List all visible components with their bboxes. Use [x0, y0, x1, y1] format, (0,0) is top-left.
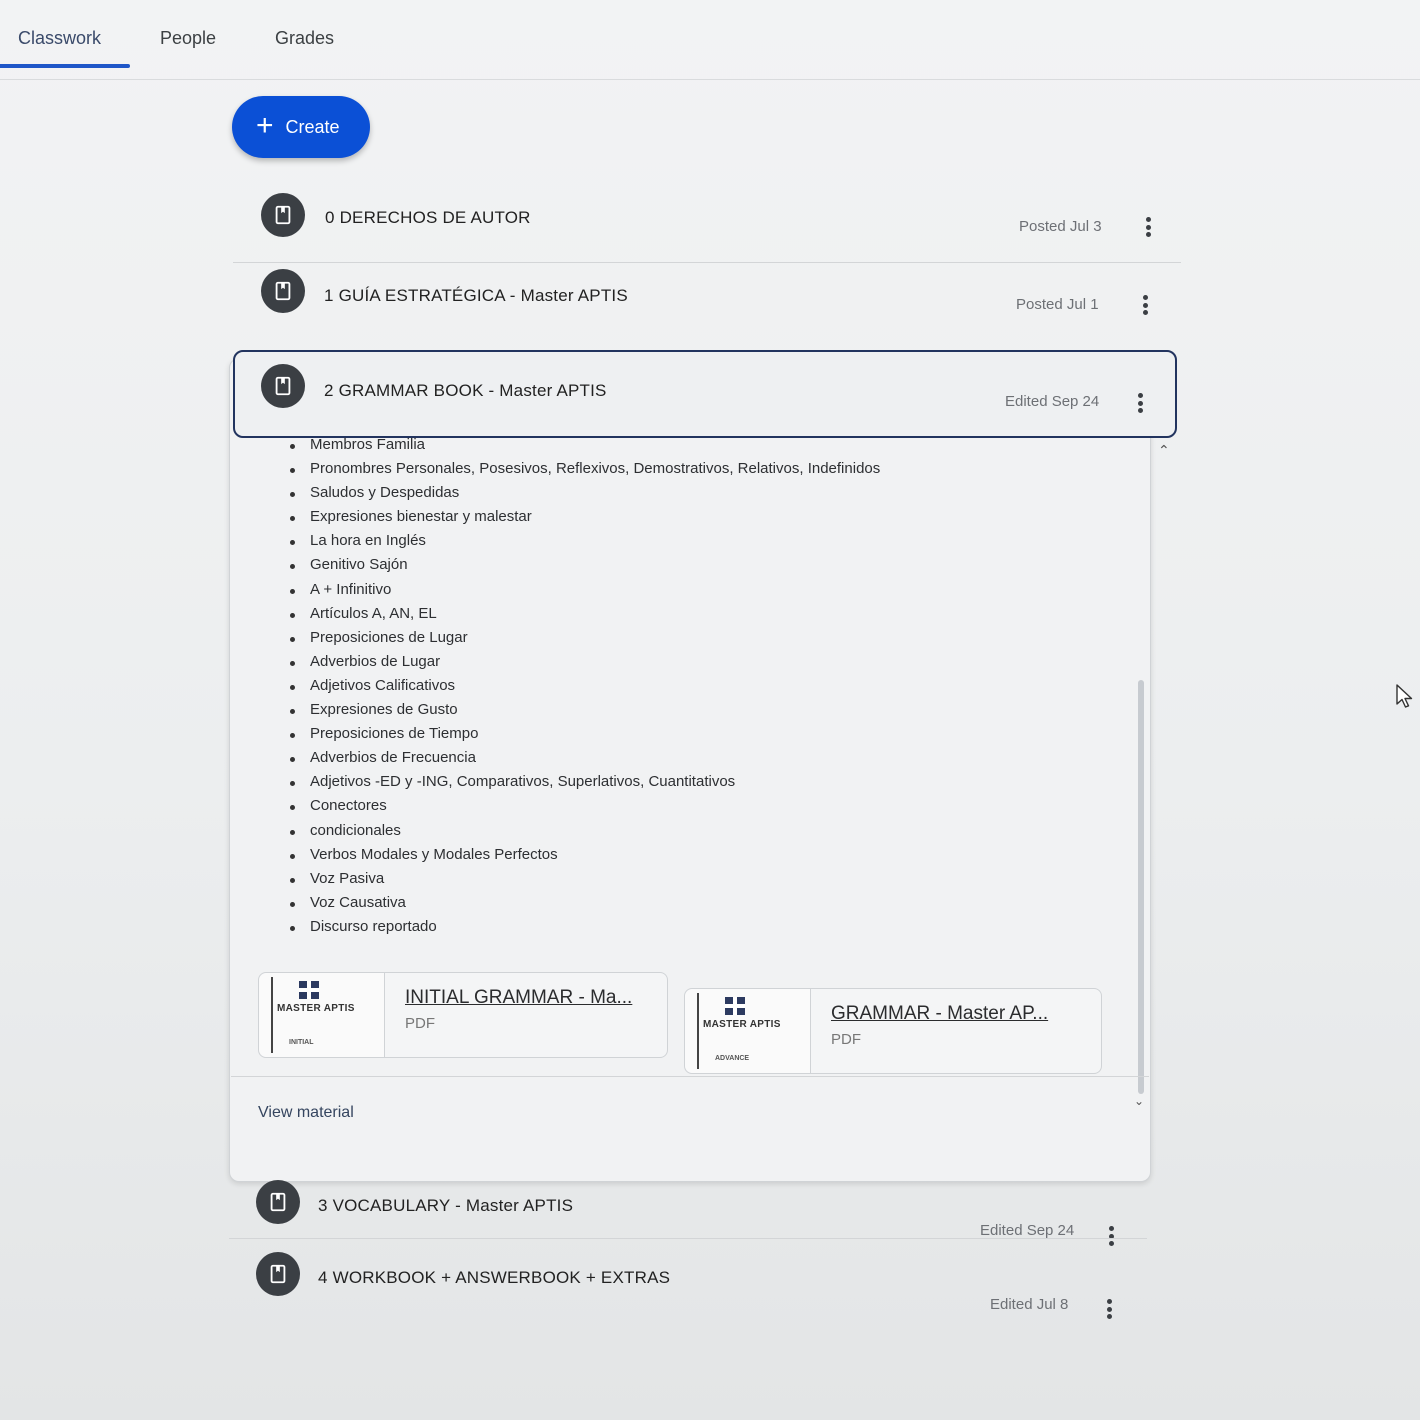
topic-list: Membros Familia Pronombres Personales, P… [290, 436, 880, 942]
list-item: Expresiones bienestar y malestar [290, 508, 880, 532]
list-item: Pronombres Personales, Posesivos, Reflex… [290, 460, 880, 484]
list-item: Verbos Modales y Modales Perfectos [290, 846, 880, 870]
tab-bar: Classwork People Grades [0, 0, 1420, 80]
row-divider [229, 1238, 1147, 1239]
uk-flag-icon [299, 981, 319, 999]
list-item: Discurso reportado [290, 918, 880, 942]
more-options-icon[interactable] [1133, 390, 1147, 416]
pdf-thumbnail: MASTER APTIS ADVANCE [685, 989, 811, 1073]
scrollbar-thumb[interactable] [1138, 680, 1144, 1094]
tab-classwork[interactable]: Classwork [18, 28, 101, 49]
material-book-icon [261, 269, 305, 313]
material-book-icon [261, 193, 305, 237]
attachment-title[interactable]: INITIAL GRAMMAR - Ma... [405, 987, 632, 1009]
attachment-type: PDF [831, 1031, 861, 1048]
pdf-thumbnail: MASTER APTIS INITIAL [259, 973, 385, 1057]
list-item: Adverbios de Frecuencia [290, 749, 880, 773]
list-item: Adjetivos -ED y -ING, Comparativos, Supe… [290, 773, 880, 797]
list-item: Membros Familia [290, 436, 880, 460]
material-book-icon [256, 1252, 300, 1296]
list-item: Saludos y Despedidas [290, 484, 880, 508]
list-item: Preposiciones de Lugar [290, 629, 880, 653]
list-item: La hora en Inglés [290, 532, 880, 556]
material-title[interactable]: 2 GRAMMAR BOOK - Master APTIS [324, 381, 607, 401]
scroll-up-icon[interactable]: ⌃ [1158, 442, 1170, 459]
attachment-initial-grammar[interactable]: MASTER APTIS INITIAL INITIAL GRAMMAR - M… [258, 972, 668, 1058]
list-item: Adjetivos Calificativos [290, 677, 880, 701]
more-options-icon[interactable] [1141, 214, 1155, 240]
material-book-icon [261, 364, 305, 408]
mouse-cursor-icon [1396, 684, 1413, 708]
list-item: Voz Pasiva [290, 870, 880, 894]
list-item: Expresiones de Gusto [290, 701, 880, 725]
material-edited-date: Edited Jul 8 [990, 1296, 1069, 1313]
create-button-label: Create [285, 116, 340, 137]
active-tab-indicator [0, 64, 130, 68]
list-item: Genitivo Sajón [290, 556, 880, 580]
material-title[interactable]: 1 GUÍA ESTRATÉGICA - Master APTIS [324, 286, 628, 306]
plus-icon: + [256, 109, 274, 142]
more-options-icon[interactable] [1138, 292, 1152, 318]
tab-grades[interactable]: Grades [275, 28, 334, 49]
material-posted-date: Posted Jul 1 [1016, 296, 1099, 313]
list-item: Voz Causativa [290, 894, 880, 918]
view-material-link[interactable]: View material [258, 1104, 354, 1122]
material-book-icon [256, 1180, 300, 1224]
list-item: Preposiciones de Tiempo [290, 725, 880, 749]
material-title[interactable]: 4 WORKBOOK + ANSWERBOOK + EXTRAS [318, 1268, 670, 1288]
uk-flag-icon [725, 997, 745, 1015]
scroll-down-icon[interactable]: ⌄ [1134, 1094, 1144, 1108]
tab-people[interactable]: People [160, 28, 216, 49]
attachment-grammar[interactable]: MASTER APTIS ADVANCE GRAMMAR - Master AP… [684, 988, 1102, 1074]
card-divider [231, 1076, 1149, 1077]
create-button[interactable]: + Create [232, 96, 370, 158]
list-item: A + Infinitivo [290, 581, 880, 605]
material-posted-date: Posted Jul 3 [1019, 218, 1102, 235]
material-edited-date: Edited Sep 24 [980, 1222, 1075, 1239]
list-item: Artículos A, AN, EL [290, 605, 880, 629]
material-title[interactable]: 0 DERECHOS DE AUTOR [325, 208, 531, 228]
row-divider [233, 262, 1181, 263]
list-item: condicionales [290, 822, 880, 846]
material-edited-date: Edited Sep 24 [1005, 393, 1100, 410]
list-item: Adverbios de Lugar [290, 653, 880, 677]
more-options-icon[interactable] [1102, 1296, 1116, 1322]
material-title[interactable]: 3 VOCABULARY - Master APTIS [318, 1196, 573, 1216]
more-options-icon[interactable] [1104, 1223, 1118, 1249]
list-item: Conectores [290, 797, 880, 821]
attachment-type: PDF [405, 1015, 435, 1032]
attachment-title[interactable]: GRAMMAR - Master AP... [831, 1003, 1048, 1025]
